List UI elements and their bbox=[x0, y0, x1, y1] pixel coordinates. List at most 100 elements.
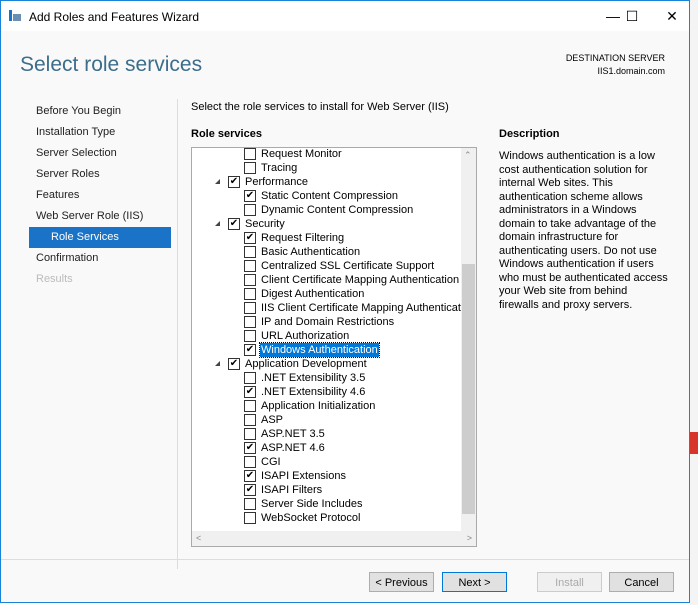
tree-item-label: Dynamic Content Compression bbox=[261, 204, 414, 216]
nav-item[interactable]: Before You Begin bbox=[29, 101, 171, 122]
nav-item[interactable]: Installation Type bbox=[29, 122, 171, 143]
checkbox[interactable] bbox=[244, 414, 256, 426]
checkbox[interactable]: ✔ bbox=[244, 442, 256, 454]
tree-item[interactable]: Application Initialization bbox=[192, 399, 462, 413]
tree-item[interactable]: ASP.NET 3.5 bbox=[192, 427, 462, 441]
maximize-button[interactable]: ☐ bbox=[617, 5, 647, 27]
checkbox[interactable] bbox=[244, 162, 256, 174]
tree-item[interactable]: ✔ Application Development bbox=[192, 357, 462, 371]
tree-item[interactable]: Server Side Includes bbox=[192, 497, 462, 511]
tree-item[interactable]: Dynamic Content Compression bbox=[192, 203, 462, 217]
tree-item[interactable]: ✔ .NET Extensibility 4.6 bbox=[192, 385, 462, 399]
tree-item-label: Tracing bbox=[261, 162, 298, 174]
checkbox[interactable] bbox=[244, 400, 256, 412]
checkbox[interactable] bbox=[244, 148, 256, 160]
destination-server: DESTINATION SERVER IIS1.domain.com bbox=[566, 52, 665, 78]
close-button[interactable]: ✕ bbox=[657, 5, 687, 27]
next-button[interactable]: Next > bbox=[442, 572, 507, 592]
tree-item[interactable]: Tracing bbox=[192, 161, 462, 175]
tree-item[interactable]: Basic Authentication bbox=[192, 245, 462, 259]
checkbox[interactable] bbox=[244, 288, 256, 300]
previous-button[interactable]: < Previous bbox=[369, 572, 434, 592]
tree-item-label: Request Filtering bbox=[261, 232, 345, 244]
description-text: Windows authentication is a low cost aut… bbox=[499, 150, 668, 311]
tree-item-label: ASP.NET 3.5 bbox=[261, 428, 325, 440]
title-bar: Add Roles and Features Wizard — ☐ ✕ bbox=[1, 1, 689, 31]
checkbox[interactable] bbox=[244, 316, 256, 328]
nav-item[interactable]: Role Services bbox=[29, 227, 171, 248]
tree-item[interactable]: Client Certificate Mapping Authenticatio… bbox=[192, 273, 462, 287]
nav-item[interactable]: Server Roles bbox=[29, 164, 171, 185]
nav-item[interactable]: Server Selection bbox=[29, 143, 171, 164]
checkbox[interactable] bbox=[244, 204, 256, 216]
nav-item[interactable]: Web Server Role (IIS) bbox=[29, 206, 171, 227]
tree-item[interactable]: ✔ ASP.NET 4.6 bbox=[192, 441, 462, 455]
checkbox[interactable]: ✔ bbox=[244, 470, 256, 482]
expand-arrow-icon[interactable] bbox=[215, 221, 220, 226]
tree-item[interactable]: CGI bbox=[192, 455, 462, 469]
tree-item-label: Client Certificate Mapping Authenticatio… bbox=[261, 274, 460, 286]
tree-item-label: Performance bbox=[245, 176, 308, 188]
checkbox[interactable] bbox=[244, 302, 256, 314]
scroll-left-icon[interactable]: < bbox=[196, 533, 201, 543]
tree-item[interactable]: ✔ Performance bbox=[192, 175, 462, 189]
tree-item[interactable]: ASP bbox=[192, 413, 462, 427]
checkbox[interactable]: ✔ bbox=[228, 358, 240, 370]
tree-item[interactable]: .NET Extensibility 3.5 bbox=[192, 371, 462, 385]
nav-item[interactable]: Features bbox=[29, 185, 171, 206]
divider bbox=[177, 99, 178, 569]
tree-item[interactable]: URL Authorization bbox=[192, 329, 462, 343]
checkbox[interactable]: ✔ bbox=[228, 176, 240, 188]
tree-item-label: Request Monitor bbox=[261, 148, 342, 160]
checkbox[interactable] bbox=[244, 330, 256, 342]
tree-item[interactable]: ✔ Static Content Compression bbox=[192, 189, 462, 203]
checkbox[interactable]: ✔ bbox=[244, 386, 256, 398]
tree-item[interactable]: Request Monitor bbox=[192, 148, 462, 161]
checkbox[interactable] bbox=[244, 274, 256, 286]
nav-item[interactable]: Confirmation bbox=[29, 248, 171, 269]
checkbox[interactable]: ✔ bbox=[244, 190, 256, 202]
checkbox[interactable] bbox=[244, 428, 256, 440]
description-label: Description bbox=[499, 128, 560, 140]
tree-item-label: URL Authorization bbox=[261, 330, 350, 342]
install-button[interactable]: Install bbox=[537, 572, 602, 592]
checkbox[interactable]: ✔ bbox=[228, 218, 240, 230]
checkbox[interactable]: ✔ bbox=[244, 484, 256, 496]
checkbox[interactable]: ✔ bbox=[244, 344, 256, 356]
wizard-window: Add Roles and Features Wizard — ☐ ✕ Sele… bbox=[0, 0, 690, 603]
tree-item-label: CGI bbox=[261, 456, 281, 468]
tree-item[interactable]: Digest Authentication bbox=[192, 287, 462, 301]
vertical-scrollbar[interactable]: ⌃ bbox=[461, 148, 476, 532]
checkbox[interactable] bbox=[244, 512, 256, 524]
checkbox[interactable]: ✔ bbox=[244, 232, 256, 244]
tree-item[interactable]: ✔ Request Filtering bbox=[192, 231, 462, 245]
scrollbar-thumb[interactable] bbox=[462, 264, 475, 514]
tree-item-label: Static Content Compression bbox=[261, 190, 398, 202]
server-manager-icon bbox=[9, 10, 21, 21]
horizontal-scrollbar[interactable]: < > bbox=[192, 531, 476, 546]
tree-item[interactable]: ✔ ISAPI Extensions bbox=[192, 469, 462, 483]
tree-item[interactable]: ✔ ISAPI Filters bbox=[192, 483, 462, 497]
checkbox[interactable] bbox=[244, 456, 256, 468]
cancel-button[interactable]: Cancel bbox=[609, 572, 674, 592]
checkbox[interactable] bbox=[244, 246, 256, 258]
wizard-nav: Before You Begin Installation Type Server … bbox=[29, 101, 171, 290]
tree-item-label: WebSocket Protocol bbox=[261, 512, 361, 524]
checkbox[interactable] bbox=[244, 372, 256, 384]
checkbox[interactable] bbox=[244, 260, 256, 272]
tree-item-label: ASP bbox=[261, 414, 284, 426]
tree-item[interactable]: Centralized SSL Certificate Support bbox=[192, 259, 462, 273]
tree-item[interactable]: IP and Domain Restrictions bbox=[192, 315, 462, 329]
tree-item-label: Windows Authentication bbox=[259, 342, 380, 358]
checkbox[interactable] bbox=[244, 498, 256, 510]
tree-item[interactable]: WebSocket Protocol bbox=[192, 511, 462, 525]
scroll-up-icon[interactable]: ⌃ bbox=[464, 150, 472, 161]
expand-arrow-icon[interactable] bbox=[215, 361, 220, 366]
tree-item[interactable]: ✔ Windows Authentication bbox=[192, 342, 462, 358]
tree-item[interactable]: ✔ Security bbox=[192, 217, 462, 231]
tree-item[interactable]: IIS Client Certificate Mapping Authentic… bbox=[192, 301, 476, 315]
scroll-right-icon[interactable]: > bbox=[467, 533, 472, 543]
role-services-tree[interactable]: Request Monitor Tracing ✔ Performance ✔ Stati… bbox=[191, 147, 477, 547]
expand-arrow-icon[interactable] bbox=[215, 179, 220, 184]
tree-item-label: .NET Extensibility 4.6 bbox=[261, 386, 366, 398]
